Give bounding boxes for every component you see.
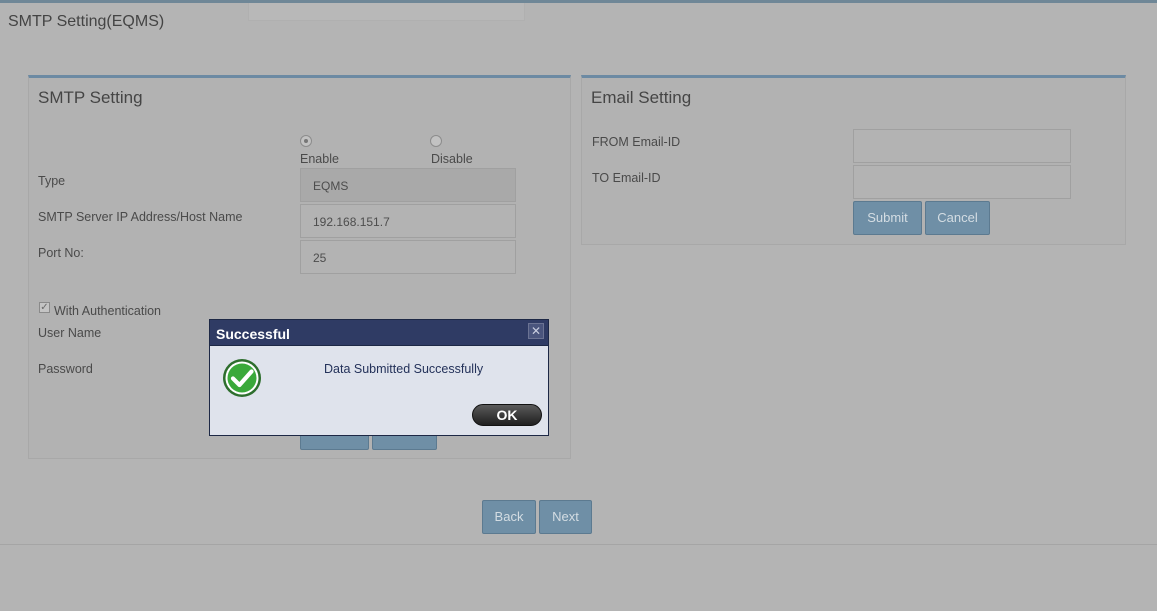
server-address-input[interactable]: 192.168.151.7 (300, 204, 516, 238)
email-submit-button[interactable]: Submit (853, 201, 922, 235)
enable-radio[interactable] (300, 135, 312, 147)
back-button[interactable]: Back (482, 500, 536, 534)
top-border (0, 0, 1157, 3)
disable-radio[interactable] (430, 135, 442, 147)
server-label: SMTP Server IP Address/Host Name (38, 210, 243, 224)
smtp-panel-title: SMTP Setting (38, 88, 143, 107)
radio-selected-dot (304, 139, 308, 143)
password-label: Password (38, 362, 93, 376)
dialog-header: Successful ✕ (210, 320, 548, 346)
dialog-message: Data Submitted Successfully (324, 362, 484, 376)
from-email-label: FROM Email-ID (592, 135, 681, 149)
to-email-input[interactable] (853, 165, 1071, 199)
enable-label: Enable (300, 152, 339, 166)
from-email-input[interactable] (853, 129, 1071, 163)
next-button[interactable]: Next (539, 500, 592, 534)
success-dialog: Successful ✕ Data Submitted Successfully… (209, 319, 549, 436)
footer-divider (0, 544, 1157, 545)
authentication-label: With Authentication (54, 304, 162, 318)
page-title: SMTP Setting(EQMS) (8, 13, 165, 30)
disable-label: Disable (431, 152, 473, 166)
ok-button[interactable]: OK (472, 404, 542, 426)
success-check-icon (223, 359, 261, 397)
port-label: Port No: (38, 246, 84, 260)
dialog-title: Successful (216, 326, 290, 342)
type-field: EQMS (300, 168, 516, 202)
type-label: Type (38, 174, 66, 188)
username-label: User Name (38, 326, 102, 340)
to-email-label: TO Email-ID (592, 171, 661, 185)
close-icon[interactable]: ✕ (528, 323, 544, 339)
email-cancel-button[interactable]: Cancel (925, 201, 990, 235)
top-tab-shadow (248, 3, 525, 21)
email-panel-title: Email Setting (591, 88, 692, 107)
authentication-checkbox[interactable]: ✓ (39, 302, 50, 313)
email-setting-panel: Email Setting FROM Email-ID TO Email-ID … (581, 75, 1126, 245)
port-input[interactable]: 25 (300, 240, 516, 274)
